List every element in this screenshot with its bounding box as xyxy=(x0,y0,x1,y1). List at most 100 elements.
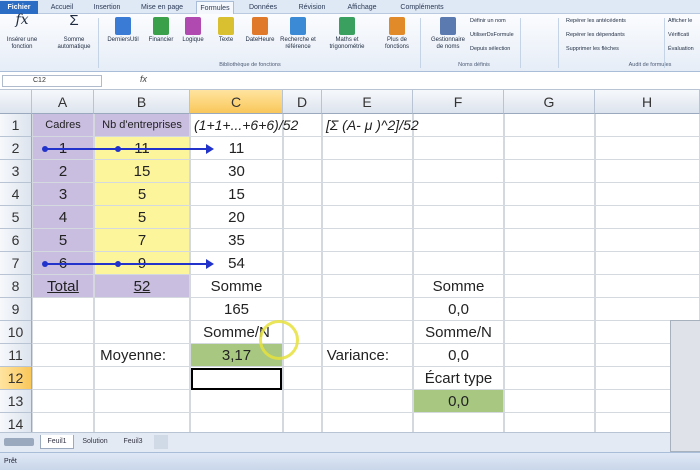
cell-f8[interactable]: Somme xyxy=(413,275,504,298)
cell-e1[interactable]: [Σ (A- μ )^2]/52 xyxy=(322,114,472,137)
row-header-3[interactable]: 3 xyxy=(0,160,32,183)
ribbon-button-1[interactable]: Σ Somme automatique xyxy=(50,13,98,51)
trace-arrow-dot xyxy=(42,261,48,267)
row-header-4[interactable]: 4 xyxy=(0,183,32,206)
cell-e11[interactable]: Variance: xyxy=(322,344,413,367)
cell-c5[interactable]: 20 xyxy=(190,206,283,229)
ribbon-group-label: Noms définis xyxy=(458,62,490,68)
ribbon-tab-6[interactable]: Révision xyxy=(292,1,332,14)
cell-f9[interactable]: 0,0 xyxy=(413,298,504,321)
column-header-c[interactable]: C xyxy=(190,90,283,114)
ribbon-group-label: Bibliothèque de fonctions xyxy=(219,62,281,68)
ribbon-separator xyxy=(558,18,559,68)
ribbon-button-4[interactable]: Logique xyxy=(178,17,208,44)
row-header-13[interactable]: 13 xyxy=(0,390,32,413)
cell-b11[interactable]: Moyenne: xyxy=(94,344,190,367)
sheet-tab-0[interactable]: Feuil1 xyxy=(40,435,74,449)
cell-c3[interactable]: 30 xyxy=(190,160,283,183)
sheet-nav-arrows[interactable] xyxy=(4,438,34,446)
row-header-10[interactable]: 10 xyxy=(0,321,32,344)
cell-b6[interactable]: 7 xyxy=(94,229,190,252)
ribbon-tab-4[interactable]: Formules xyxy=(196,1,234,15)
column-header-b[interactable]: B xyxy=(94,90,190,114)
row-header-12[interactable]: 12 xyxy=(0,367,32,390)
cell-a4[interactable]: 3 xyxy=(32,183,94,206)
ribbon-small-error-check[interactable]: Vérificati xyxy=(668,32,689,38)
ribbon-tab-5[interactable]: Données xyxy=(238,1,288,14)
cell-f10[interactable]: Somme/N xyxy=(413,321,504,344)
cell-f11[interactable]: 0,0 xyxy=(413,344,504,367)
sheet-tab-1[interactable]: Solution xyxy=(76,435,114,449)
cell-b8[interactable]: 52 xyxy=(94,275,190,298)
ribbon-button-label: Plus de fonctions xyxy=(384,37,409,50)
row-header-5[interactable]: 5 xyxy=(0,206,32,229)
ribbon-button-2[interactable]: DerniersUtil xyxy=(104,17,142,44)
ribbon-button-6[interactable]: DateHeure xyxy=(244,17,276,44)
select-all-corner[interactable] xyxy=(0,90,32,114)
ribbon-button-7[interactable]: Recherche et référence xyxy=(276,17,320,51)
cell-c6[interactable]: 35 xyxy=(190,229,283,252)
column-header-e[interactable]: E xyxy=(322,90,413,114)
row-header-2[interactable]: 2 xyxy=(0,137,32,160)
ribbon-button-8[interactable]: Maths et trigonométrie xyxy=(320,17,374,51)
status-bar: Prêt xyxy=(0,452,700,470)
column-header-g[interactable]: G xyxy=(504,90,595,114)
book-icon xyxy=(153,17,169,35)
row-header-1[interactable]: 1 xyxy=(0,114,32,137)
ribbon-small-trace-precedents[interactable]: Repérer les antécédents xyxy=(566,18,626,24)
ribbon-button-9[interactable]: Plus de fonctions xyxy=(376,17,418,51)
ribbon-small-use-in-formula[interactable]: UtiliserDsFormule xyxy=(470,32,514,38)
cell-b4[interactable]: 5 xyxy=(94,183,190,206)
fx-icon[interactable]: fx xyxy=(140,74,147,84)
ribbon-button-0[interactable]: fx Insérer une fonction xyxy=(2,13,42,51)
cell-a3[interactable]: 2 xyxy=(32,160,94,183)
cell-b1[interactable]: Nb d'entreprises xyxy=(94,114,190,137)
ribbon-button-3[interactable]: Financier xyxy=(144,17,178,44)
name-box[interactable]: C12 xyxy=(2,75,102,87)
ribbon-small-from-selection[interactable]: Depuis sélection xyxy=(470,46,510,52)
cell-a8[interactable]: Total xyxy=(32,275,94,298)
cell-f12[interactable]: Écart type xyxy=(413,367,504,390)
ribbon-small-remove-arrows[interactable]: Supprimer les flèches xyxy=(566,46,619,52)
cell-c9[interactable]: 165 xyxy=(190,298,283,321)
row-header-6[interactable]: 6 xyxy=(0,229,32,252)
row-header-11[interactable]: 11 xyxy=(0,344,32,367)
selected-cell-outline[interactable] xyxy=(191,368,282,390)
ribbon-tab-2[interactable]: Insertion xyxy=(86,1,128,14)
ribbon-separator xyxy=(664,18,665,68)
ribbon-small-show-formulas[interactable]: Afficher le xyxy=(668,18,692,24)
row-header-7[interactable]: 7 xyxy=(0,252,32,275)
column-header-f[interactable]: F xyxy=(413,90,504,114)
book-icon xyxy=(290,17,306,35)
cell-a5[interactable]: 4 xyxy=(32,206,94,229)
cell-f13[interactable]: 0,0 xyxy=(413,390,504,413)
row-header-9[interactable]: 9 xyxy=(0,298,32,321)
cell-a1[interactable]: Cadres xyxy=(32,114,94,137)
ribbon-small-trace-dependents[interactable]: Repérer les dépendants xyxy=(566,32,625,38)
new-sheet-icon[interactable] xyxy=(154,435,168,449)
column-header-d[interactable]: D xyxy=(283,90,322,114)
grid-line xyxy=(32,389,700,390)
column-header-a[interactable]: A xyxy=(32,90,94,114)
book-icon xyxy=(252,17,268,35)
grid-line xyxy=(595,114,596,432)
ribbon-tab-7[interactable]: Affichage xyxy=(336,1,388,14)
ribbon-small-evaluate[interactable]: Évaluation xyxy=(668,46,694,52)
cell-b5[interactable]: 5 xyxy=(94,206,190,229)
ribbon-small-define-name[interactable]: Définir un nom xyxy=(470,18,506,24)
cell-c8[interactable]: Somme xyxy=(190,275,283,298)
cell-b3[interactable]: 15 xyxy=(94,160,190,183)
ribbon-button-10[interactable]: Gestionnaire de noms xyxy=(424,17,472,51)
ribbon-tab-8[interactable]: Compléments xyxy=(392,1,452,14)
cell-a6[interactable]: 5 xyxy=(32,229,94,252)
row-header-8[interactable]: 8 xyxy=(0,275,32,298)
ribbon-tab-3[interactable]: Mise en page xyxy=(132,1,192,14)
cell-c1[interactable]: (1+1+...+6+6)/52 xyxy=(190,114,340,137)
sheet-tab-2[interactable]: Feuil3 xyxy=(116,435,150,449)
grid-line xyxy=(322,114,323,432)
row-header-14[interactable]: 14 xyxy=(0,413,32,432)
column-header-h[interactable]: H xyxy=(595,90,700,114)
cell-c4[interactable]: 15 xyxy=(190,183,283,206)
formula-input[interactable] xyxy=(160,74,690,88)
ribbon-button-5[interactable]: Texte xyxy=(210,17,242,44)
